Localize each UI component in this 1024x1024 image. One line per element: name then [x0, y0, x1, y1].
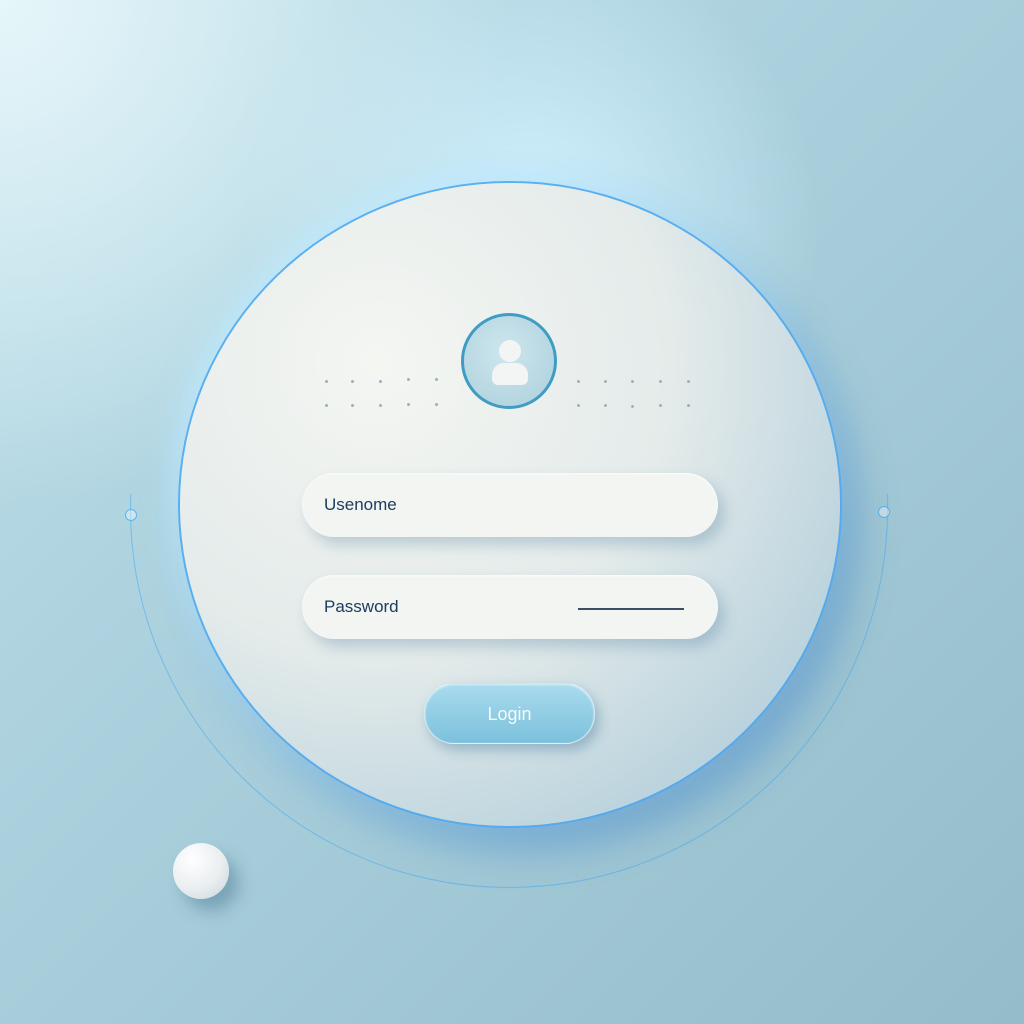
username-placeholder: Usenome [324, 495, 397, 514]
orbit-node-left [125, 509, 137, 521]
orbit-node-right [878, 506, 890, 518]
username-field[interactable]: Usenome [302, 473, 718, 537]
user-icon-body [492, 363, 528, 385]
password-placeholder: Password [324, 597, 399, 616]
login-button-label: Login [487, 704, 532, 724]
decorative-dots-left [325, 378, 445, 412]
user-icon [461, 313, 557, 409]
login-button[interactable]: Login [424, 683, 595, 744]
decorative-sphere [173, 843, 229, 899]
password-field[interactable]: Password [302, 575, 718, 639]
password-underline [578, 608, 684, 610]
user-icon-head [499, 340, 521, 362]
decorative-dots-right [577, 378, 697, 412]
